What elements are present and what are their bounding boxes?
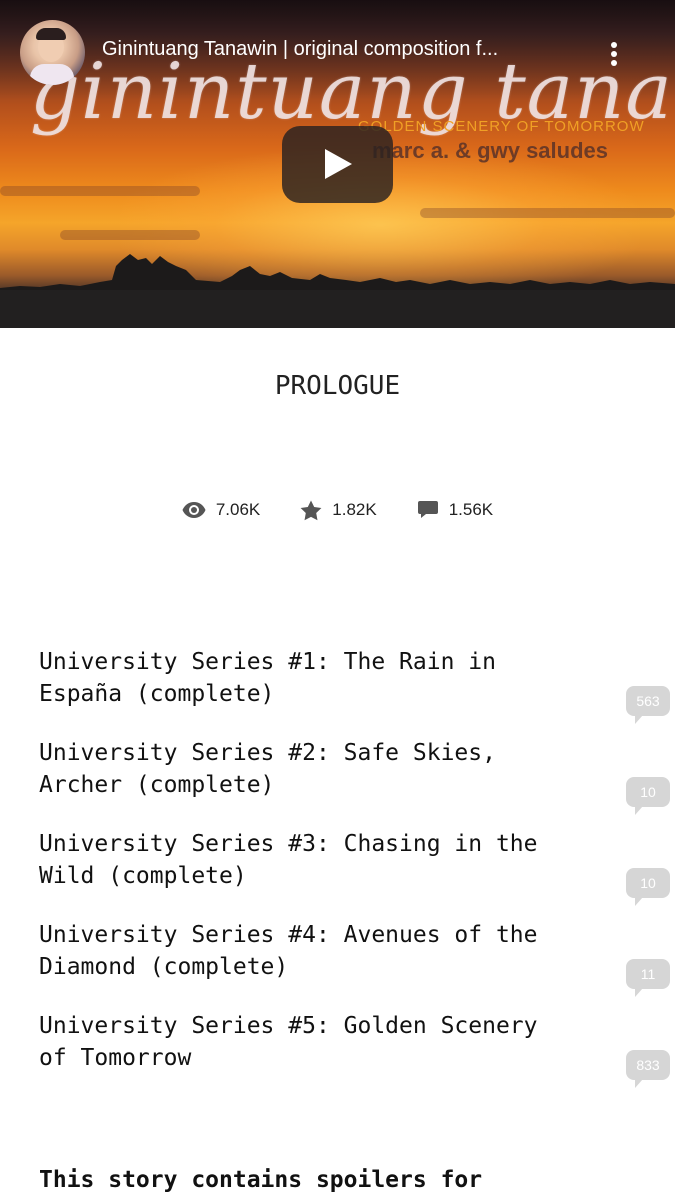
video-overlay-subtitle: GOLDEN SCENERY OF TOMORROW — [358, 118, 645, 135]
chapter-stats: 7.06K 1.82K 1.56K — [0, 494, 675, 526]
inline-comment-bubble[interactable]: 10 — [626, 777, 670, 815]
play-icon — [325, 149, 352, 179]
paragraph-text: University Series #2: Safe Skies, Archer … — [39, 740, 496, 798]
comments-stat: 1.56K — [417, 500, 493, 520]
more-vert-icon[interactable] — [600, 36, 628, 72]
spoiler-warning: This story contains spoilers for — [39, 1167, 483, 1193]
tree-silhouette — [0, 254, 675, 328]
series-paragraph: University Series #5: Golden Scenery of T… — [0, 1010, 675, 1090]
series-paragraph: University Series #3: Chasing in the Wild… — [0, 828, 675, 908]
eye-icon — [182, 502, 206, 518]
avatar-shirt — [30, 64, 74, 85]
paragraph-text: University Series #5: Golden Scenery of T… — [39, 1013, 538, 1071]
paragraph-text: University Series #1: The Rain in España … — [39, 649, 496, 707]
video-embed[interactable]: ginintuang tanawin GOLDEN SCENERY OF TOM… — [0, 0, 675, 328]
video-title[interactable]: Ginintuang Tanawin | original compositio… — [102, 34, 582, 66]
series-paragraph: University Series #1: The Rain in España … — [0, 646, 675, 726]
reads-stat: 7.06K — [182, 500, 260, 520]
paragraph-text: University Series #4: Avenues of the Diam… — [39, 922, 538, 980]
votes-stat: 1.82K — [300, 499, 377, 521]
avatar-hair — [36, 28, 66, 40]
cloud-streak — [0, 186, 200, 196]
cloud-streak — [60, 230, 200, 240]
series-paragraph: University Series #2: Safe Skies, Archer … — [0, 737, 675, 817]
inline-comment-bubble[interactable]: 563 — [626, 686, 670, 724]
video-overlay-credit: marc a. & gwy saludes — [372, 138, 608, 163]
play-button[interactable] — [282, 126, 393, 203]
inline-comment-bubble[interactable]: 10 — [626, 868, 670, 906]
inline-comment-bubble[interactable]: 833 — [626, 1050, 670, 1088]
comments-count: 1.56K — [448, 500, 494, 519]
cloud-streak — [420, 208, 675, 218]
series-paragraph: University Series #4: Avenues of the Diam… — [0, 919, 675, 999]
chapter-title: PROLOGUE — [274, 371, 401, 401]
channel-avatar[interactable] — [20, 20, 85, 85]
comment-icon — [417, 501, 438, 518]
paragraph-text: University Series #3: Chasing in the Wild… — [39, 831, 538, 889]
votes-count: 1.82K — [332, 500, 377, 519]
inline-comment-bubble[interactable]: 11 — [626, 959, 670, 997]
reads-count: 7.06K — [215, 500, 261, 519]
star-icon — [300, 499, 322, 520]
